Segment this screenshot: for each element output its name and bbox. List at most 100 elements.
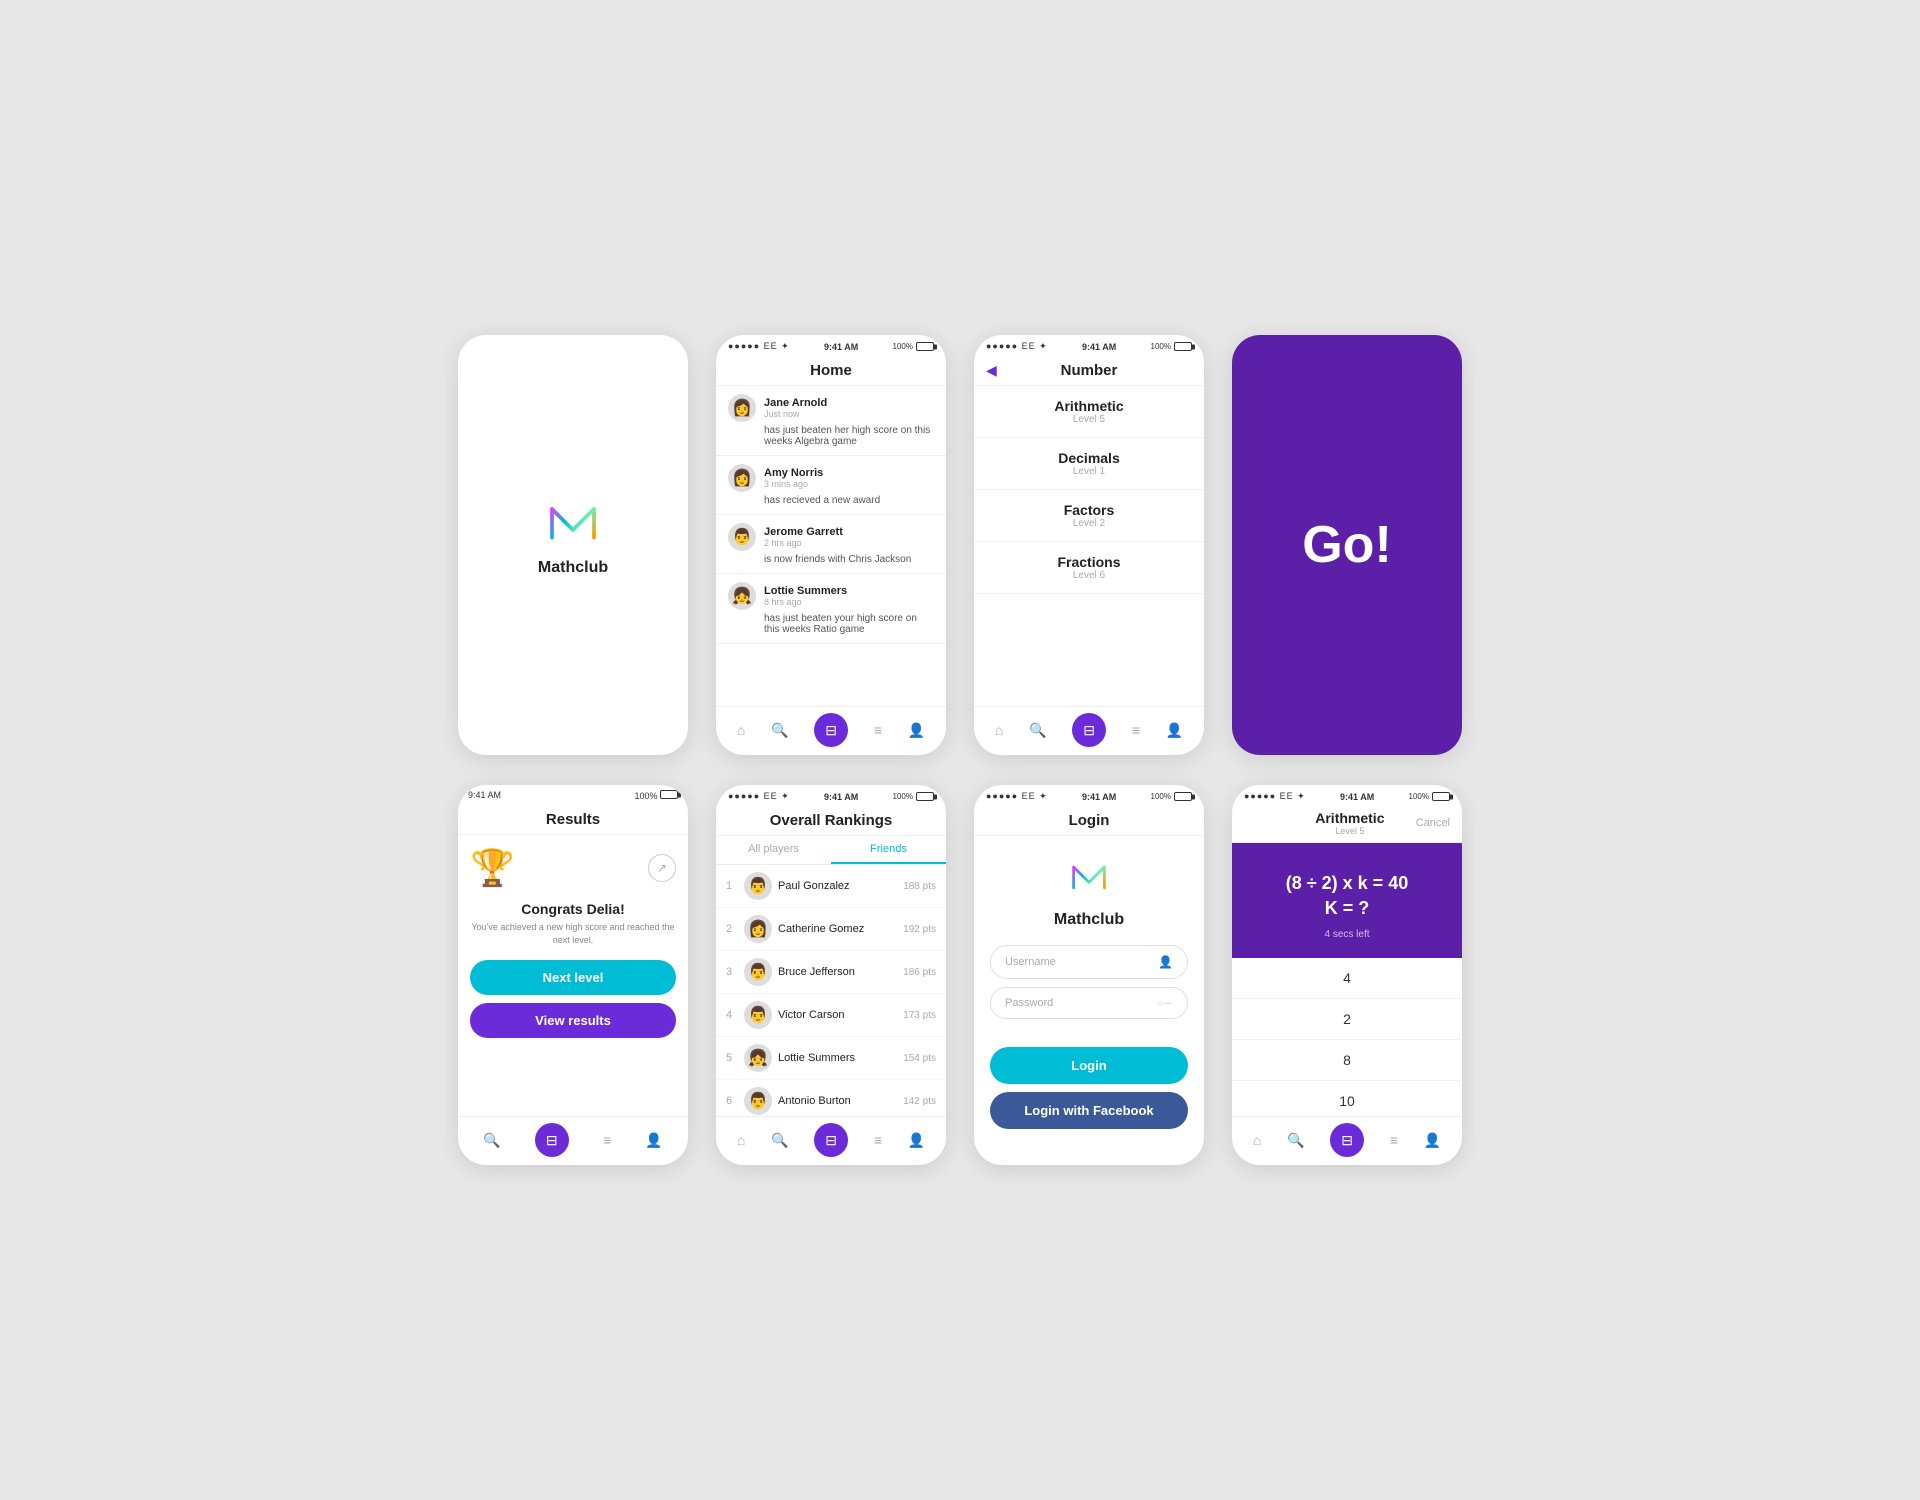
- feed-name-4: Lottie Summers: [764, 585, 847, 597]
- time: 9:41 AM: [824, 342, 858, 352]
- results-header: Results: [458, 803, 688, 835]
- nav-search[interactable]: 🔍: [1287, 1132, 1304, 1149]
- username-input[interactable]: Username 👤: [990, 945, 1188, 979]
- avatar-lottie: 👧: [728, 582, 756, 610]
- arithmetic-title: Arithmetic: [1315, 810, 1384, 826]
- battery-icons: 100%: [1409, 792, 1450, 801]
- carrier: ●●●●● EE ✦: [728, 791, 790, 802]
- nav-user[interactable]: 👤: [908, 722, 925, 739]
- rank-num-6: 6: [726, 1095, 738, 1107]
- nav-user[interactable]: 👤: [645, 1132, 662, 1149]
- nav-list[interactable]: ≡: [874, 722, 882, 738]
- avatar-amy: 👩: [728, 464, 756, 492]
- results-content: 🏆 ↗ Congrats Delia! You've achieved a ne…: [458, 835, 688, 1050]
- rankings-status-bar: ●●●●● EE ✦ 9:41 AM 100%: [716, 785, 946, 804]
- quiz-option-2[interactable]: 2: [1232, 999, 1462, 1040]
- home-screen: ●●●●● EE ✦ 9:41 AM 100% Home 👩 Jane Arno…: [716, 335, 946, 755]
- login-button[interactable]: Login: [990, 1047, 1188, 1084]
- item-sub-fractions: Level 6: [990, 570, 1188, 581]
- rank-num-3: 3: [726, 966, 738, 978]
- battery-icon: [660, 790, 678, 799]
- nav-home[interactable]: ⌂: [1253, 1132, 1261, 1148]
- next-level-button[interactable]: Next level: [470, 960, 676, 995]
- ranking-row-4: 4 👨 Victor Carson 173 pts: [716, 994, 946, 1037]
- rank-name-6: Antonio Burton: [778, 1095, 897, 1107]
- rank-pts-2: 192 pts: [903, 924, 936, 935]
- avatar-paul: 👨: [744, 872, 772, 900]
- results-header-row: 🏆 ↗: [470, 847, 676, 889]
- avatar-jane: 👩: [728, 394, 756, 422]
- nav-search[interactable]: 🔍: [483, 1132, 500, 1149]
- number-item-decimals[interactable]: Decimals Level 1: [974, 438, 1204, 490]
- rank-pts-6: 142 pts: [903, 1096, 936, 1107]
- nav-list[interactable]: ≡: [1390, 1132, 1398, 1148]
- rankings-screen: ●●●●● EE ✦ 9:41 AM 100% Overall Rankings…: [716, 785, 946, 1165]
- nav-list[interactable]: ≡: [1132, 722, 1140, 738]
- battery-icons: 100%: [1151, 342, 1192, 351]
- nav-cards-active[interactable]: ⊟: [535, 1123, 569, 1157]
- password-input[interactable]: Password ○—: [990, 987, 1188, 1019]
- home-nav-bar: ⌂ 🔍 ⊟ ≡ 👤: [716, 706, 946, 755]
- arithmetic-screen: ●●●●● EE ✦ 9:41 AM 100% Arithmetic Level…: [1232, 785, 1462, 1165]
- ranking-row-1: 1 👨 Paul Gonzalez 188 pts: [716, 865, 946, 908]
- mathclub-logo: [543, 494, 603, 559]
- nav-search[interactable]: 🔍: [771, 1132, 788, 1149]
- feed-text-1: has just beaten her high score on this w…: [728, 425, 934, 447]
- nav-user[interactable]: 👤: [908, 1132, 925, 1149]
- rank-name-3: Bruce Jefferson: [778, 966, 897, 978]
- nav-list[interactable]: ≡: [874, 1132, 882, 1148]
- nav-cards-active[interactable]: ⊟: [814, 1123, 848, 1157]
- go-screen: Go!: [1232, 335, 1462, 755]
- nav-cards-active[interactable]: ⊟: [1330, 1123, 1364, 1157]
- username-placeholder: Username: [1005, 956, 1056, 968]
- nav-user[interactable]: 👤: [1424, 1132, 1441, 1149]
- battery-icons: 100%: [1151, 792, 1192, 801]
- login-screen: ●●●●● EE ✦ 9:41 AM 100% Login: [974, 785, 1204, 1165]
- feed-item-4: 👧 Lottie Summers 8 hrs ago has just beat…: [716, 574, 946, 644]
- item-title-fractions: Fractions: [990, 554, 1188, 570]
- tab-friends[interactable]: Friends: [831, 836, 946, 864]
- nav-cards-active[interactable]: ⊟: [1072, 713, 1106, 747]
- feed-item-1: 👩 Jane Arnold Just now has just beaten h…: [716, 386, 946, 456]
- carrier: ●●●●● EE ✦: [986, 341, 1048, 352]
- battery-icons: 100%: [893, 342, 934, 351]
- number-item-factors[interactable]: Factors Level 2: [974, 490, 1204, 542]
- rankings-nav-bar: ⌂ 🔍 ⊟ ≡ 👤: [716, 1116, 946, 1165]
- feed-text-4: has just beaten your high score on this …: [728, 613, 934, 635]
- time: 9:41 AM: [1082, 792, 1116, 802]
- nav-user[interactable]: 👤: [1166, 722, 1183, 739]
- time: 9:41 AM: [824, 792, 858, 802]
- carrier: ●●●●● EE ✦: [728, 341, 790, 352]
- view-results-button[interactable]: View results: [470, 1003, 676, 1038]
- ranking-row-5: 5 👧 Lottie Summers 154 pts: [716, 1037, 946, 1080]
- nav-list[interactable]: ≡: [603, 1132, 611, 1148]
- battery-icon: [1432, 792, 1450, 801]
- number-item-fractions[interactable]: Fractions Level 6: [974, 542, 1204, 594]
- quiz-option-1[interactable]: 4: [1232, 958, 1462, 999]
- cancel-button[interactable]: Cancel: [1416, 817, 1450, 829]
- login-logo: [1067, 856, 1111, 905]
- ranking-row-2: 2 👩 Catherine Gomez 192 pts: [716, 908, 946, 951]
- nav-cards-active[interactable]: ⊟: [814, 713, 848, 747]
- feed-item-2: 👩 Amy Norris 3 mins ago has recieved a n…: [716, 456, 946, 515]
- share-button[interactable]: ↗: [648, 854, 676, 882]
- arithmetic-status-bar: ●●●●● EE ✦ 9:41 AM 100%: [1232, 785, 1462, 804]
- nav-home[interactable]: ⌂: [737, 1132, 745, 1148]
- feed-name-2: Amy Norris: [764, 467, 823, 479]
- back-button[interactable]: ◀: [986, 362, 997, 379]
- carrier: ●●●●● EE ✦: [1244, 791, 1306, 802]
- quiz-option-3[interactable]: 8: [1232, 1040, 1462, 1081]
- nav-home[interactable]: ⌂: [737, 722, 745, 738]
- quiz-timer: 4 secs left: [1248, 929, 1446, 940]
- nav-search[interactable]: 🔍: [771, 722, 788, 739]
- nav-home[interactable]: ⌂: [995, 722, 1003, 738]
- login-facebook-button[interactable]: Login with Facebook: [990, 1092, 1188, 1129]
- home-header: Home: [716, 354, 946, 386]
- nav-search[interactable]: 🔍: [1029, 722, 1046, 739]
- tab-all-players[interactable]: All players: [716, 836, 831, 864]
- rank-pts-3: 186 pts: [903, 967, 936, 978]
- number-item-arithmetic[interactable]: Arithmetic Level 5: [974, 386, 1204, 438]
- arithmetic-nav-bar: ⌂ 🔍 ⊟ ≡ 👤: [1232, 1116, 1462, 1165]
- congrats-sub: You've achieved a new high score and rea…: [470, 921, 676, 946]
- results-battery: 100%: [634, 790, 678, 801]
